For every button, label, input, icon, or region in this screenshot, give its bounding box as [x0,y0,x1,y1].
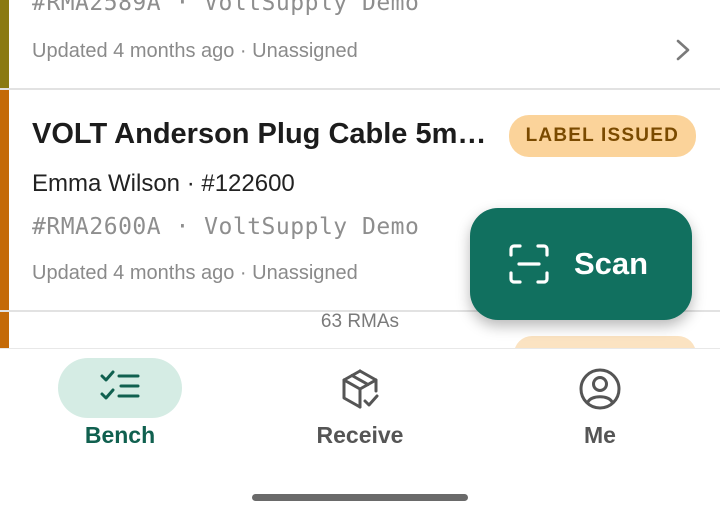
rma-card[interactable]: #RMA2589A · VoltSupply Demo Updated 4 mo… [0,0,720,90]
status-stripe [0,0,9,88]
tab-receive[interactable]: Receive [240,349,480,459]
tab-bench-label: Bench [84,422,156,448]
tab-bench[interactable]: Bench [0,349,240,459]
scan-button-label: Scan [574,246,649,281]
tab-receive-label: Receive [316,422,404,448]
rma-reference: #RMA2600A · VoltSupply Demo [32,214,420,240]
rma-reference: #RMA2589A · VoltSupply Demo [32,0,420,16]
rma-meta: Updated 4 months ago · Unassigned [32,40,358,62]
package-check-icon [342,369,379,409]
chevron-right-icon[interactable] [676,39,690,61]
account-circle-icon [579,368,621,410]
rma-product-title: VOLT Anderson Plug Cable 5m… [32,118,487,150]
rma-customer: Emma Wilson · #122600 [32,170,295,197]
scan-icon [509,244,549,284]
rma-meta: Updated 4 months ago · Unassigned [32,262,358,284]
status-stripe [0,90,9,310]
status-badge [514,336,696,348]
home-indicator [252,494,468,501]
scan-button[interactable]: Scan [470,208,692,320]
status-badge: LABEL ISSUED [508,115,696,157]
tab-me[interactable]: Me [480,349,720,459]
bottom-navigation: Bench Receive Me [0,348,720,521]
checklist-icon [100,370,140,400]
tab-me-label: Me [584,422,616,448]
